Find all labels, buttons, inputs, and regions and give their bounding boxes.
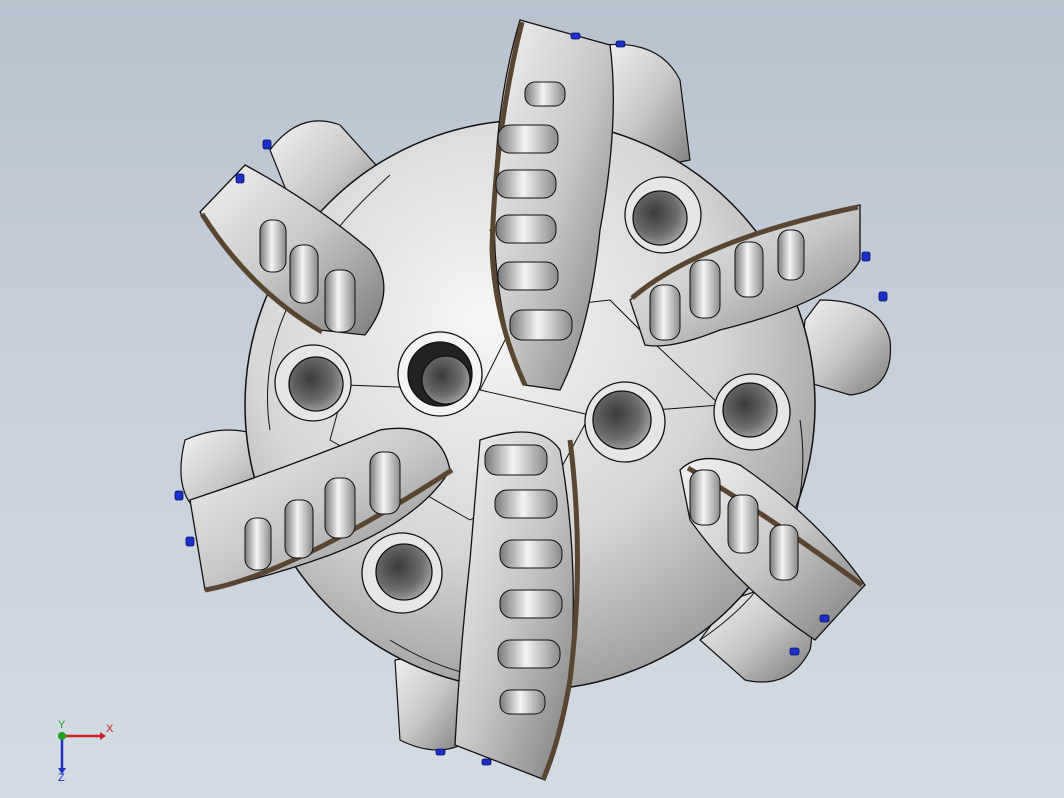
pdc-cutter[interactable]: [649, 284, 681, 341]
pdc-cutter[interactable]: [689, 259, 721, 319]
pdc-cutter[interactable]: [495, 214, 557, 244]
x-axis-label: X: [106, 723, 114, 735]
pdc-cutter[interactable]: [484, 444, 548, 476]
pdc-cutter[interactable]: [259, 219, 287, 273]
reference-triad: X Y Z: [58, 719, 114, 782]
pdc-cutter[interactable]: [734, 241, 764, 298]
graphics-viewport[interactable]: X Y Z: [0, 0, 1064, 798]
pdc-cutter[interactable]: [499, 689, 546, 715]
nozzle[interactable]: [713, 373, 791, 451]
pdc-cutter[interactable]: [324, 477, 356, 539]
pdc-cutter[interactable]: [494, 489, 558, 519]
pdc-cutter[interactable]: [727, 494, 759, 554]
nozzle[interactable]: [584, 381, 666, 463]
pdc-drill-bit-model[interactable]: [0, 0, 1064, 798]
pdc-cutter[interactable]: [495, 169, 557, 199]
nozzle[interactable]: [361, 532, 443, 614]
y-axis-label: Y: [58, 719, 66, 731]
pdc-cutter[interactable]: [497, 261, 559, 291]
nozzle[interactable]: [397, 331, 483, 417]
nozzle[interactable]: [274, 344, 352, 422]
pdc-cutter[interactable]: [497, 639, 561, 669]
pdc-cutter[interactable]: [689, 469, 721, 526]
z-axis-label: Z: [58, 772, 65, 782]
pdc-cutter[interactable]: [369, 451, 401, 515]
pdc-cutter[interactable]: [244, 517, 272, 571]
pdc-cutter[interactable]: [499, 539, 563, 569]
y-axis-dot: [58, 732, 66, 740]
pdc-cutter[interactable]: [289, 244, 319, 304]
pdc-cutter[interactable]: [499, 589, 563, 619]
pdc-cutter[interactable]: [769, 524, 799, 581]
pdc-cutter[interactable]: [324, 269, 356, 333]
pdc-cutter[interactable]: [497, 124, 559, 154]
pdc-cutter[interactable]: [777, 229, 805, 281]
nozzle[interactable]: [624, 176, 702, 254]
pdc-cutter[interactable]: [524, 81, 566, 107]
pdc-cutter[interactable]: [509, 309, 573, 341]
pdc-cutter[interactable]: [284, 499, 314, 559]
